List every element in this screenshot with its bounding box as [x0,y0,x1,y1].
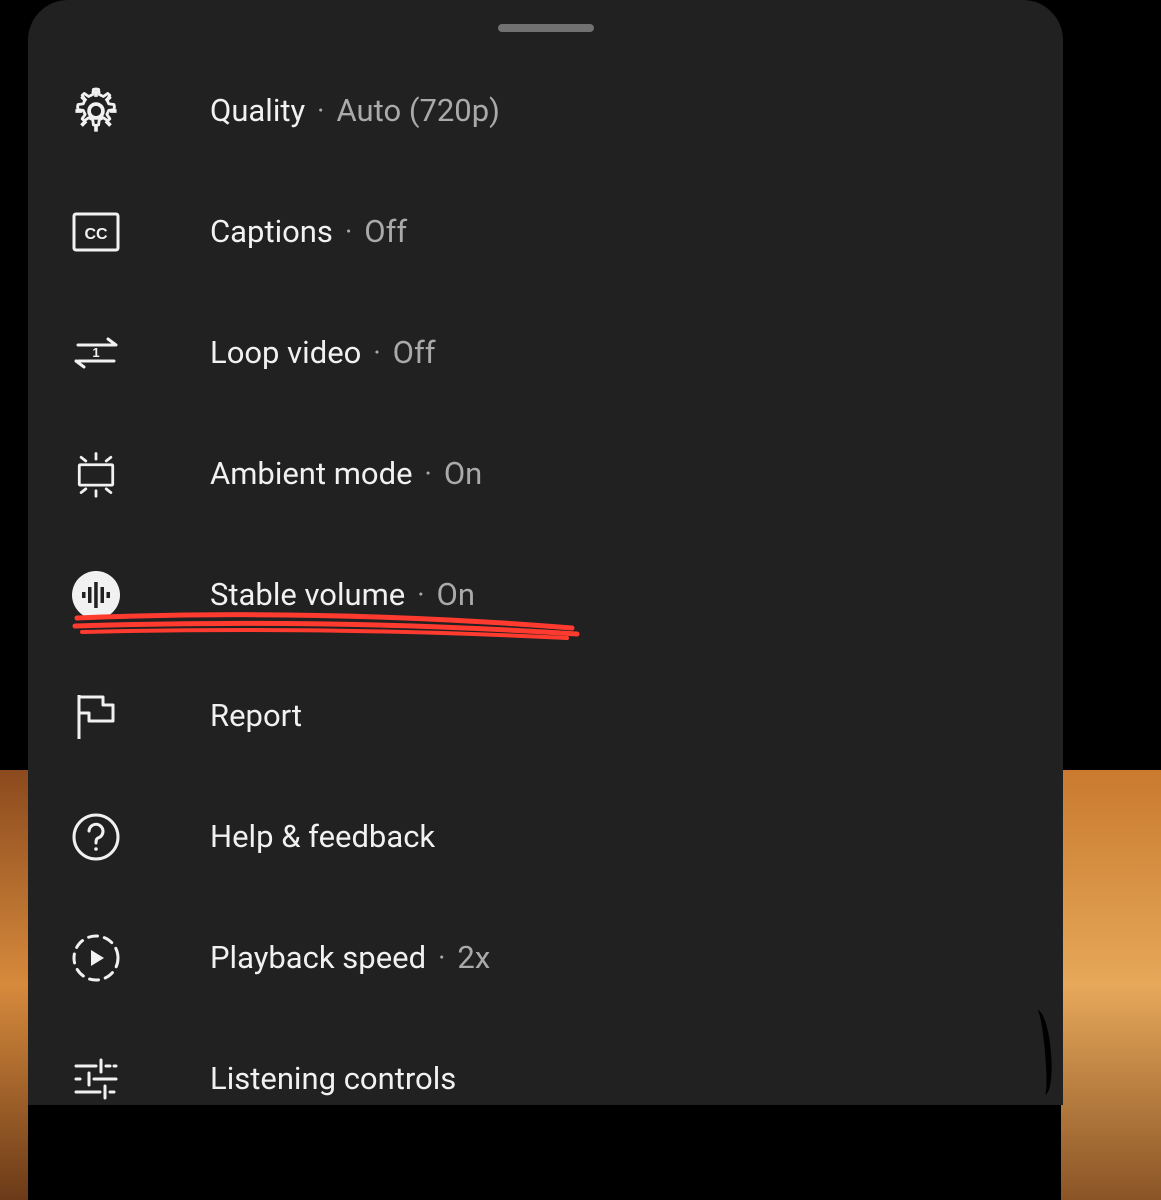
settings-menu: Quality · Auto (720p) CC Captions · Off [28,50,1063,1139]
background-video-right [1061,770,1161,1200]
captions-value: Off [364,213,407,250]
help-label: Help & feedback [210,818,435,855]
cc-icon: CC [70,206,122,258]
separator: · [417,578,424,611]
ambient-value: On [444,455,482,492]
separator: · [438,941,445,974]
speed-value: 2x [457,939,490,976]
help-icon [70,811,122,863]
loop-icon: 1 [70,327,122,379]
listening-label: Listening controls [210,1060,456,1097]
menu-item-listening-controls[interactable]: Listening controls [28,1018,1063,1139]
svg-text:1: 1 [92,345,99,360]
ambient-label: Ambient mode [210,455,413,492]
drag-handle[interactable] [498,24,594,32]
separator: · [317,94,324,127]
menu-item-report[interactable]: Report [28,655,1063,776]
flag-icon [70,690,122,742]
menu-item-playback-speed[interactable]: Playback speed · 2x [28,897,1063,1018]
menu-item-stable-volume[interactable]: Stable volume · On [28,534,1063,655]
menu-item-captions[interactable]: CC Captions · Off [28,171,1063,292]
report-label: Report [210,697,302,734]
gear-icon [70,85,122,137]
menu-item-help[interactable]: Help & feedback [28,776,1063,897]
loop-label: Loop video [210,334,361,371]
menu-item-loop[interactable]: 1 Loop video · Off [28,292,1063,413]
speed-label: Playback speed [210,939,426,976]
speed-icon [70,932,122,984]
separator: · [425,457,432,490]
loop-value: Off [393,334,436,371]
stable-volume-value: On [437,576,475,613]
captions-label: Captions [210,213,333,250]
sliders-icon [70,1053,122,1105]
stable-volume-label: Stable volume [210,576,405,613]
stable-volume-icon [70,569,122,621]
svg-text:CC: CC [84,226,108,243]
separator: · [345,215,352,248]
ambient-icon [70,448,122,500]
separator: · [373,336,380,369]
menu-item-ambient[interactable]: Ambient mode · On [28,413,1063,534]
background-video-left [0,770,28,1200]
quality-value: Auto (720p) [337,92,500,129]
menu-item-quality[interactable]: Quality · Auto (720p) [28,50,1063,171]
quality-label: Quality [210,92,305,129]
settings-bottom-sheet: Quality · Auto (720p) CC Captions · Off [28,0,1063,1105]
